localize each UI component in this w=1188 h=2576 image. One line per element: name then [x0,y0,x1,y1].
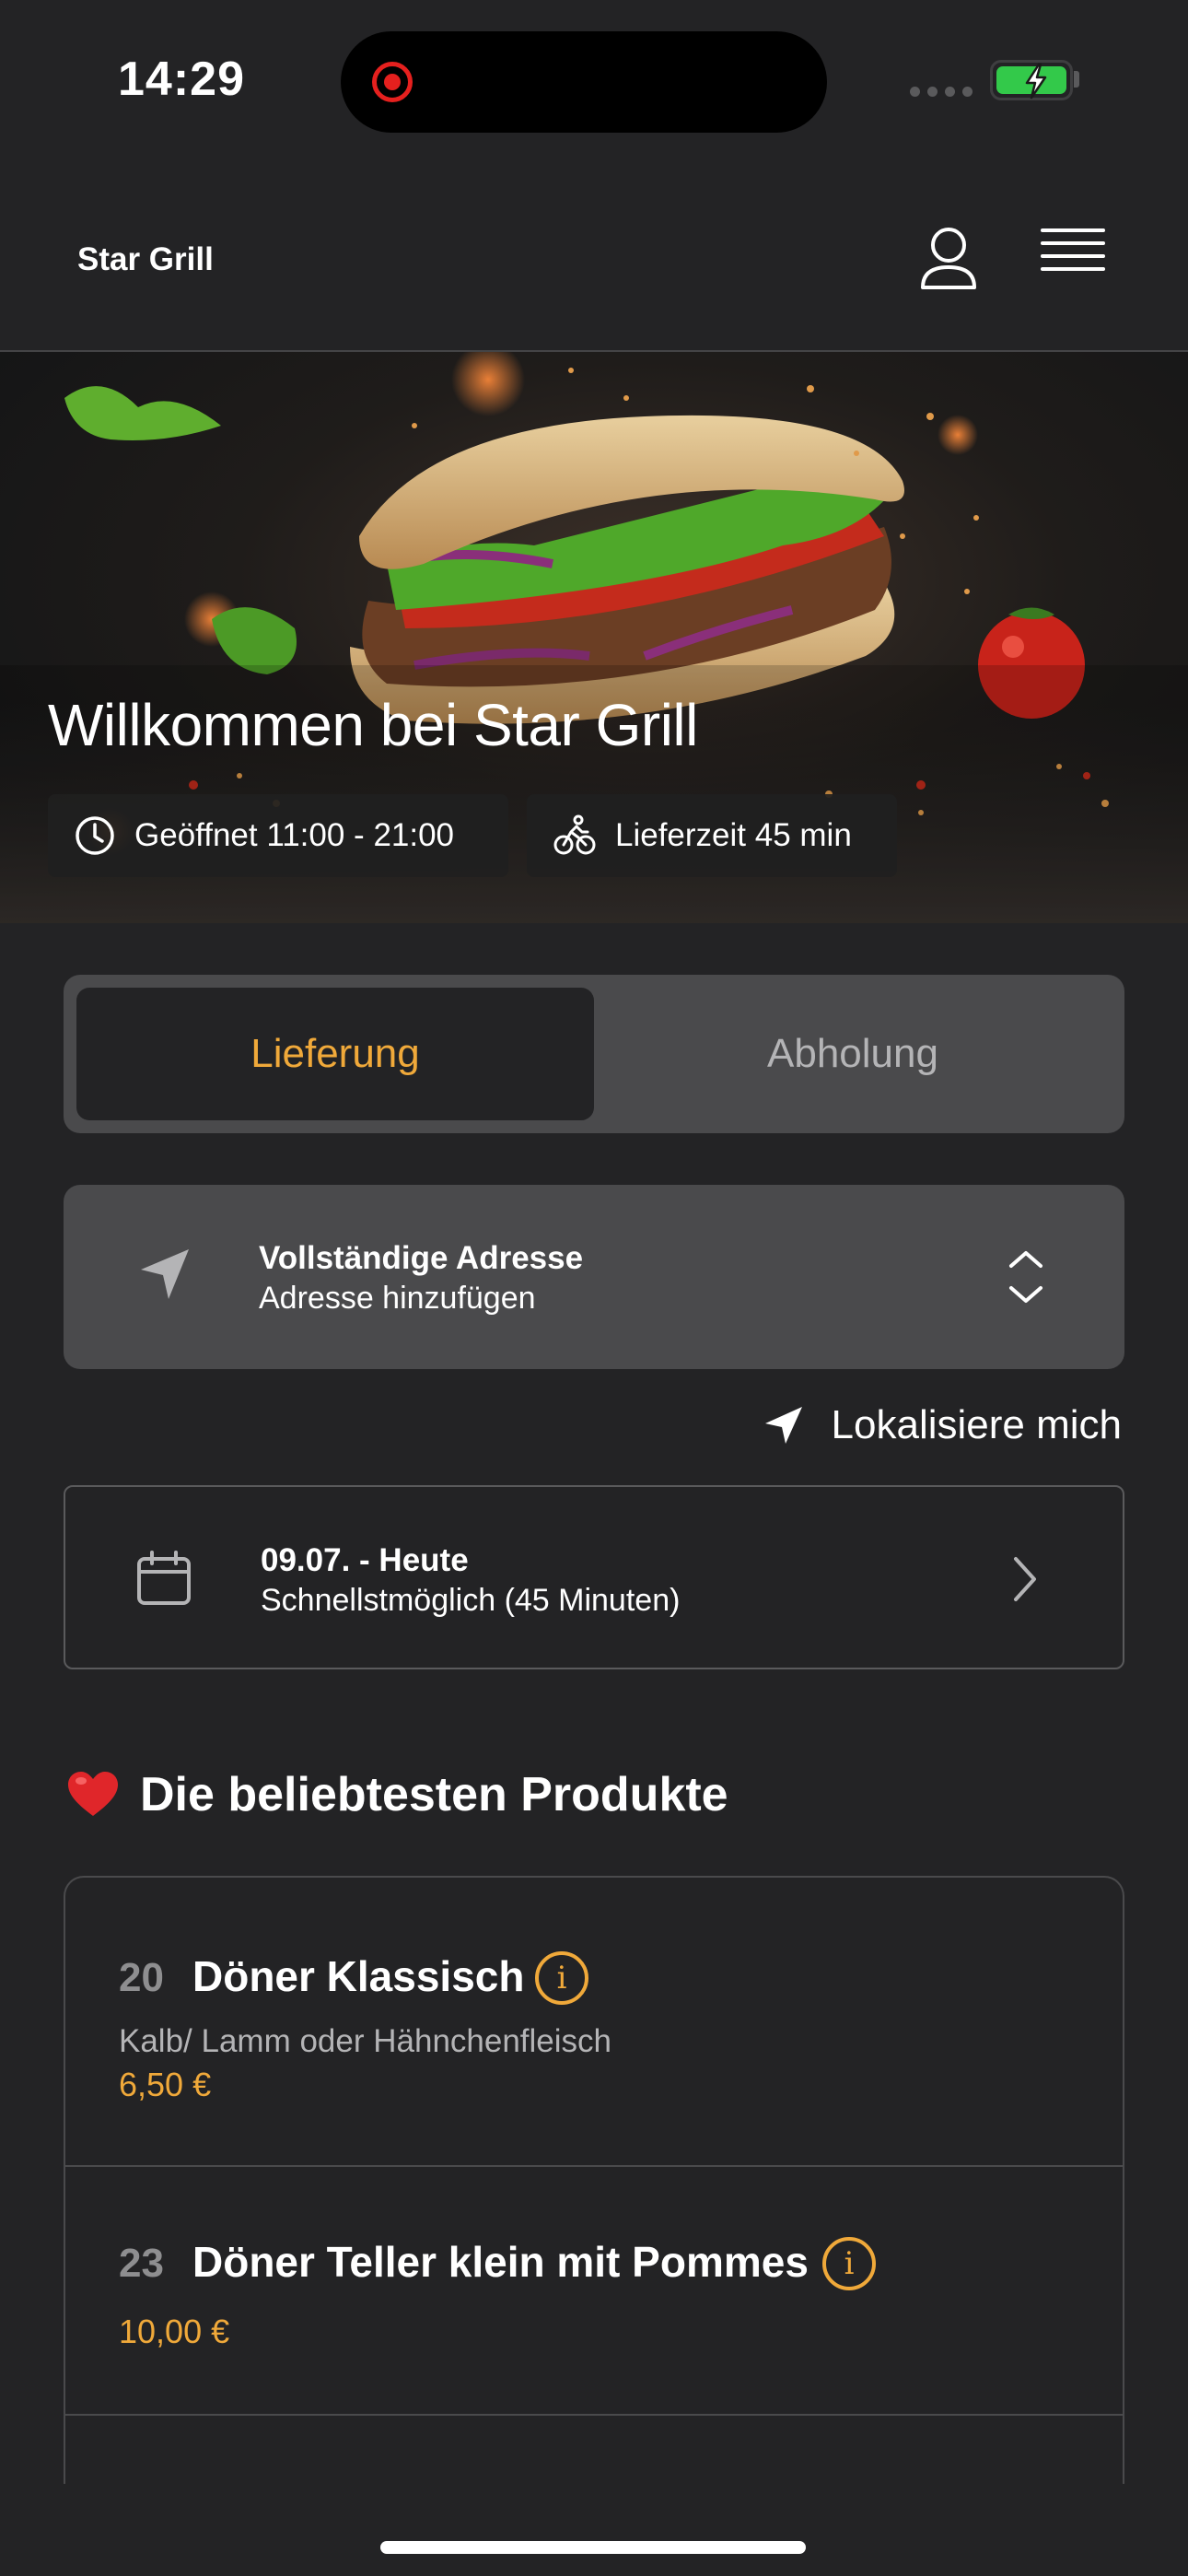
chevron-right-icon [1014,1557,1036,1601]
popular-products-heading: Die beliebtesten Produkte [66,1767,728,1822]
tab-pickup[interactable]: Abholung [594,988,1112,1120]
product-item[interactable]: 23 Döner Teller klein mit Pommes i 10,00… [65,2167,1123,2416]
charging-bolt-icon [1025,63,1047,100]
menu-icon [1041,228,1105,271]
hero-banner: Willkommen bei Star Grill Geöffnet 11:00… [0,352,1188,923]
product-price: 10,00 € [119,2313,230,2350]
popular-heading-label: Die beliebtesten Produkte [140,1768,728,1821]
order-mode-toggle: Lieferung Abholung [64,975,1124,1133]
navigation-arrow-icon [764,1407,802,1444]
product-name: Döner Klassisch [192,1952,525,2000]
schedule-date: 09.07. - Heute [261,1542,469,1578]
opening-hours-label: Geöffnet 11:00 - 21:00 [134,817,455,853]
product-number: 23 [119,2241,164,2286]
opening-hours-chip: Geöffnet 11:00 - 21:00 [48,794,508,877]
battery-icon [990,60,1073,100]
home-indicator[interactable] [380,2541,806,2554]
calendar-icon [137,1551,191,1605]
info-icon[interactable]: i [535,1951,588,2005]
product-item[interactable]: 20 Döner Klassisch i Kalb/ Lamm oder Häh… [65,1878,1123,2167]
locate-me-label: Lokalisiere mich [831,1402,1122,1447]
signal-icon [910,87,973,97]
tab-delivery[interactable]: Lieferung [76,988,594,1120]
address-subtitle: Adresse hinzufügen [259,1281,536,1316]
stepper-icon [1009,1251,1042,1303]
menu-button[interactable] [1041,228,1105,286]
address-title: Vollständige Adresse [259,1240,584,1276]
product-list: 20 Döner Klassisch i Kalb/ Lamm oder Häh… [64,1876,1124,2484]
delivery-time-label: Lieferzeit 45 min [615,817,852,853]
recording-indicator-icon [372,62,413,102]
address-selector[interactable]: Vollständige Adresse Adresse hinzufügen [64,1185,1124,1369]
user-icon [921,228,976,289]
product-name: Döner Teller klein mit Pommes [192,2238,809,2286]
navigation-arrow-icon [141,1249,189,1299]
app-header: Star Grill [0,157,1188,352]
heart-icon [68,1772,118,1816]
bike-icon [553,814,596,855]
schedule-time: Schnellstmöglich (45 Minuten) [261,1583,681,1618]
status-bar: 14:29 [0,0,1188,157]
hero-title: Willkommen bei Star Grill [48,692,698,758]
product-number: 20 [119,1955,164,2000]
clock-icon [76,816,114,855]
delivery-time-chip: Lieferzeit 45 min [527,794,897,877]
account-button[interactable] [912,221,985,295]
schedule-selector[interactable]: 09.07. - Heute Schnellstmöglich (45 Minu… [64,1485,1124,1669]
product-description: Kalb/ Lamm oder Hähnchenfleisch [119,2023,612,2059]
brand-name[interactable]: Star Grill [77,241,214,278]
battery-cap [1074,71,1079,88]
dynamic-island [341,31,827,133]
app-screen: 14:29 Star Grill Willkommen bei Star Gri… [0,0,1188,2576]
info-icon[interactable]: i [822,2237,876,2290]
locate-me-button[interactable]: Lokalisiere mich [762,1402,1122,1448]
status-time: 14:29 [118,53,245,106]
product-price: 6,50 € [119,2066,212,2103]
